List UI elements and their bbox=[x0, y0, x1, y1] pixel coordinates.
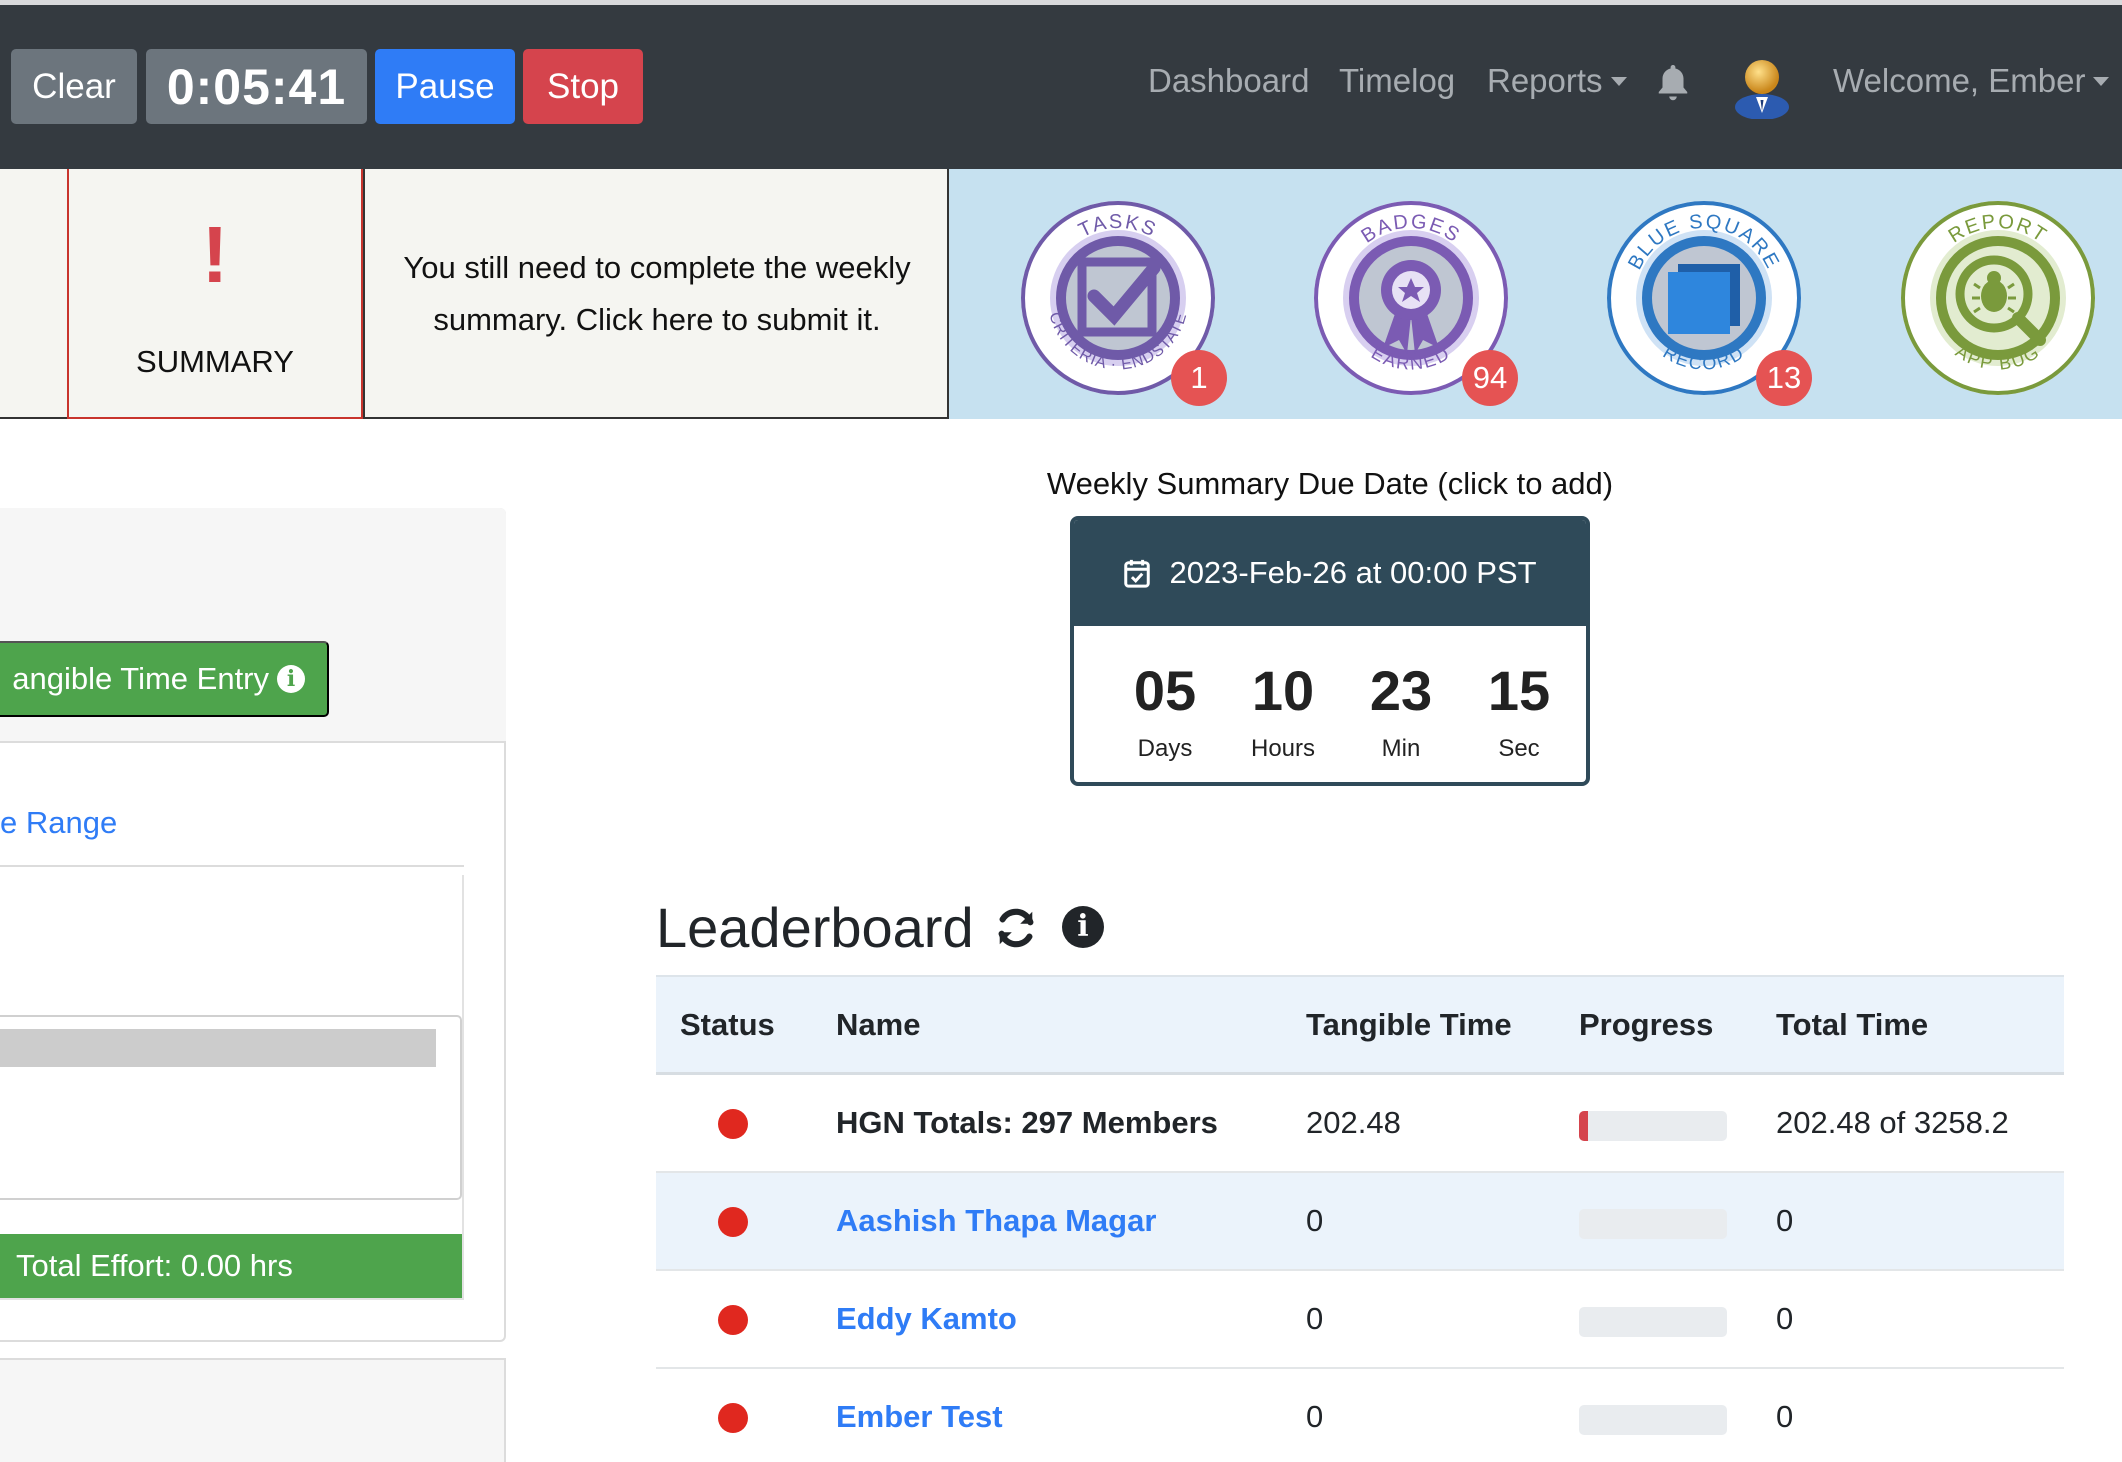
due-date-value: 2023-Feb-26 at 00:00 PST bbox=[1169, 555, 1537, 590]
info-icon[interactable]: i bbox=[277, 665, 305, 693]
add-time-entry-label: angible Time Entry bbox=[12, 661, 269, 696]
timer-display: 0:05:41 bbox=[146, 49, 367, 124]
nav-reports-label: Reports bbox=[1487, 62, 1603, 99]
nav-dashboard-link[interactable]: Dashboard bbox=[1148, 55, 1309, 107]
status-dot bbox=[718, 1109, 748, 1139]
leaderboard-title: Leaderboard bbox=[656, 896, 974, 959]
total-time: 0 bbox=[1776, 1399, 1794, 1434]
countdown-hours-value: 10 bbox=[1251, 659, 1315, 722]
table-row: Eddy Kamto 0 0 bbox=[656, 1271, 2064, 1369]
tangible-time: 0 bbox=[1306, 1399, 1324, 1434]
status-dot bbox=[718, 1207, 748, 1237]
summary-tile-label: SUMMARY bbox=[136, 344, 294, 379]
column-header-status: Status bbox=[680, 1007, 775, 1042]
report-bug-icon[interactable]: REPORT APP BUG bbox=[1898, 198, 2098, 398]
member-name-link[interactable]: Aashish Thapa Magar bbox=[836, 1203, 1156, 1239]
total-effort-bar: Total Effort: 0.00 hrs bbox=[0, 1234, 462, 1298]
chevron-down-icon bbox=[1610, 76, 1627, 86]
total-time: 202.48 of 3258.2 bbox=[1776, 1105, 2009, 1140]
blue-square-count: 13 bbox=[1756, 350, 1812, 406]
table-row: Aashish Thapa Magar 0 0 bbox=[656, 1173, 2064, 1271]
user-menu-dropdown[interactable]: Welcome, Ember bbox=[1833, 55, 2110, 107]
refresh-icon[interactable] bbox=[993, 903, 1039, 953]
timer-stop-button[interactable]: Stop bbox=[523, 49, 643, 124]
add-intangible-time-entry-button[interactable]: angible Time Entry i bbox=[0, 641, 329, 717]
total-time: 0 bbox=[1776, 1301, 1794, 1336]
tangible-time: 202.48 bbox=[1306, 1105, 1401, 1140]
placeholder-bar bbox=[0, 1029, 436, 1067]
column-header-progress: Progress bbox=[1579, 1007, 1714, 1042]
table-row: Ember Test 0 0 bbox=[656, 1369, 2064, 1462]
timer-clear-button[interactable]: Clear bbox=[11, 49, 137, 124]
status-dot bbox=[718, 1403, 748, 1433]
calendar-check-icon bbox=[1124, 559, 1151, 588]
countdown-days-label: Days bbox=[1137, 735, 1193, 762]
column-header-total: Total Time bbox=[1776, 1007, 1929, 1042]
weekly-summary-reminder-link[interactable]: You still need to complete the weekly su… bbox=[365, 169, 949, 419]
progress-bar bbox=[1579, 1405, 1727, 1435]
status-dot bbox=[718, 1305, 748, 1335]
countdown-sec-label: Sec bbox=[1498, 735, 1540, 762]
column-header-tangible: Tangible Time bbox=[1306, 1007, 1512, 1042]
progress-fill bbox=[1579, 1111, 1589, 1141]
countdown-days-value: 05 bbox=[1133, 659, 1197, 722]
countdown-hours-label: Hours bbox=[1250, 735, 1316, 762]
timer-pause-button[interactable]: Pause bbox=[375, 49, 515, 124]
alert-exclamation-icon: ! bbox=[201, 210, 229, 299]
progress-bar bbox=[1579, 1209, 1727, 1239]
countdown-min-value: 23 bbox=[1369, 659, 1433, 722]
member-name-link[interactable]: Ember Test bbox=[836, 1399, 1003, 1435]
due-date-label[interactable]: Weekly Summary Due Date (click to add) bbox=[1000, 466, 1660, 502]
due-date-countdown[interactable]: 2023-Feb-26 at 00:00 PST 05 Days 10 Hour… bbox=[1070, 516, 1590, 786]
date-range-link[interactable]: e Range bbox=[0, 805, 117, 841]
progress-bar bbox=[1579, 1307, 1727, 1337]
leaderboard-header-row: Status Name Tangible Time Progress Total… bbox=[656, 975, 2064, 1075]
progress-bar bbox=[1579, 1111, 1727, 1141]
summary-notice-tile[interactable]: ! SUMMARY bbox=[67, 169, 363, 419]
top-navbar: Clear 0:05:41 Pause Stop Dashboard Timel… bbox=[0, 5, 2122, 169]
divider bbox=[0, 865, 464, 867]
welcome-label: Welcome, Ember bbox=[1833, 62, 2086, 99]
column-header-name: Name bbox=[836, 1007, 921, 1042]
info-icon[interactable]: i bbox=[1062, 906, 1104, 948]
countdown-min-label: Min bbox=[1381, 735, 1421, 762]
nav-timelog-link[interactable]: Timelog bbox=[1339, 55, 1455, 107]
total-time: 0 bbox=[1776, 1203, 1794, 1238]
tasks-badge-count: 1 bbox=[1171, 350, 1227, 406]
badges-earned-count: 94 bbox=[1462, 350, 1518, 406]
table-row: HGN Totals: 297 Members 202.48 202.48 of… bbox=[656, 1075, 2064, 1173]
due-date-header: 2023-Feb-26 at 00:00 PST bbox=[1074, 520, 1586, 626]
bell-icon[interactable] bbox=[1655, 63, 1691, 103]
avatar-icon[interactable] bbox=[1732, 55, 1792, 119]
tangible-time: 0 bbox=[1306, 1301, 1324, 1336]
member-name-link[interactable]: Eddy Kamto bbox=[836, 1301, 1017, 1337]
tangible-time: 0 bbox=[1306, 1203, 1324, 1238]
nav-reports-dropdown[interactable]: Reports bbox=[1487, 55, 1627, 107]
chevron-down-icon bbox=[2093, 76, 2110, 86]
member-name: HGN Totals: 297 Members bbox=[836, 1105, 1218, 1140]
countdown-sec-value: 15 bbox=[1487, 659, 1551, 722]
secondary-panel bbox=[0, 1358, 506, 1462]
